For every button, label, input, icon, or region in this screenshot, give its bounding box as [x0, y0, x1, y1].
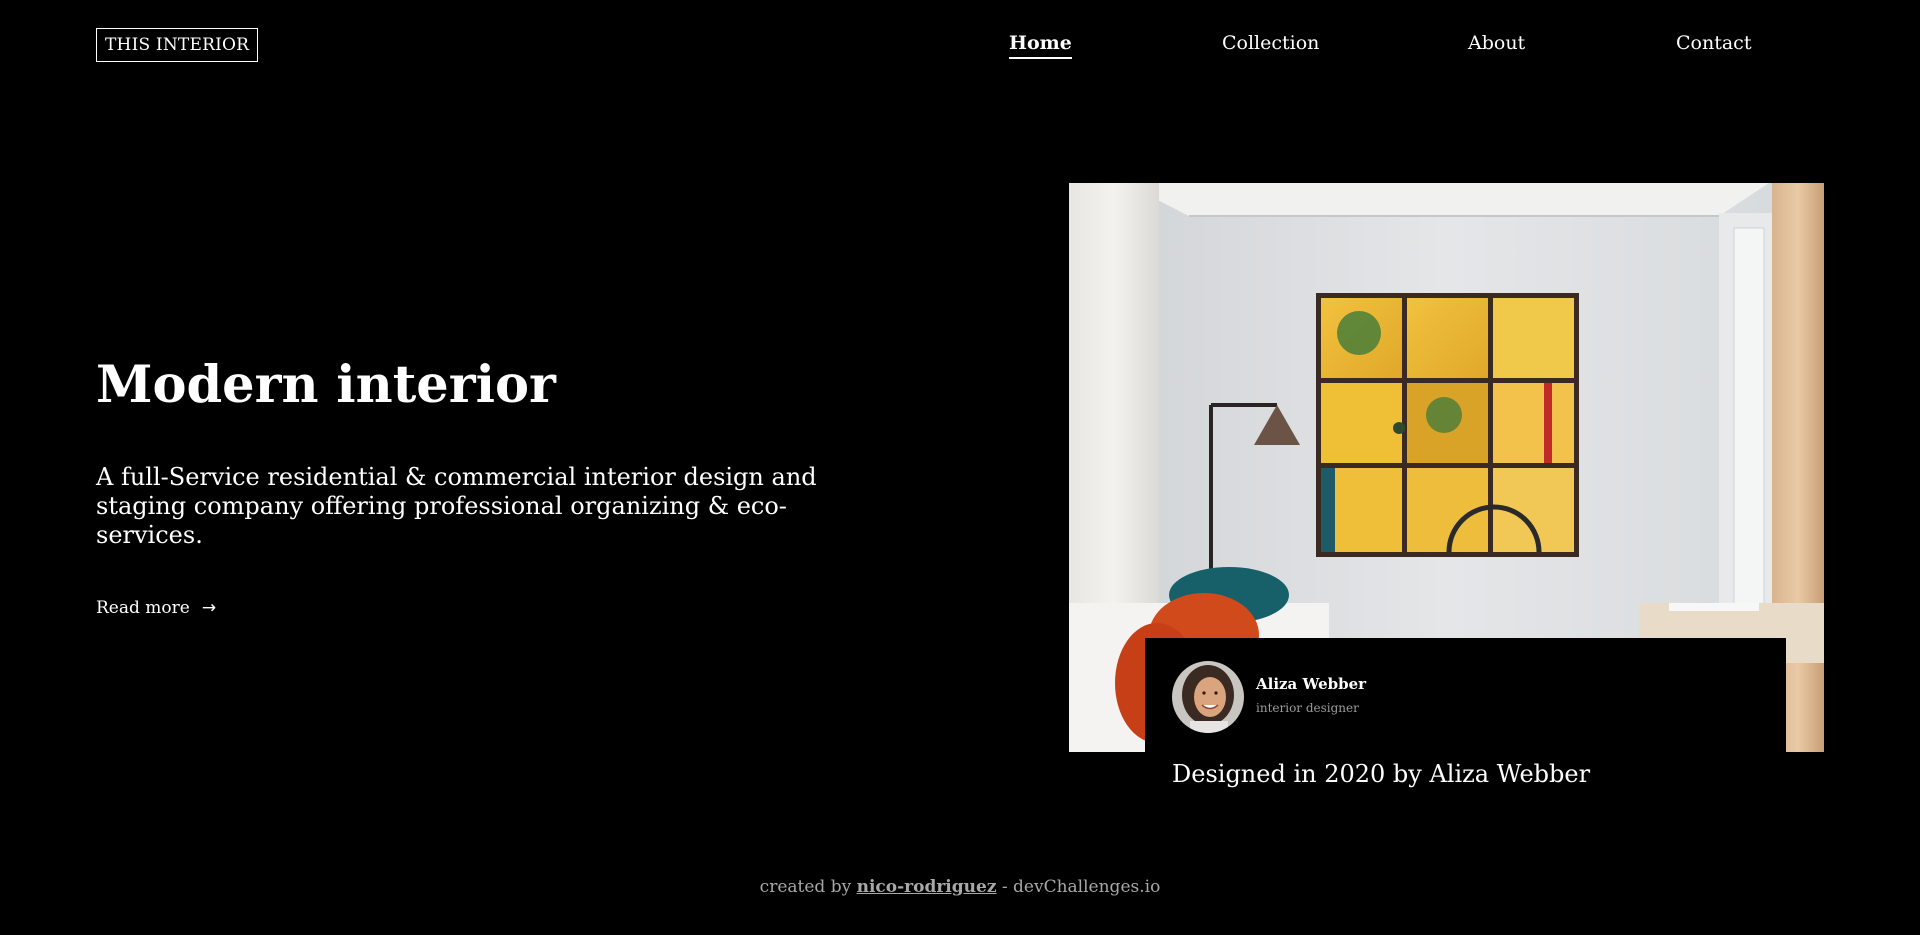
- nav-home[interactable]: Home: [1009, 30, 1072, 59]
- footer: created by nico-rodriguez - devChallenge…: [0, 877, 1920, 897]
- arrow-right-icon: →: [201, 598, 217, 618]
- read-more-link[interactable]: Read more →: [96, 598, 216, 618]
- designer-avatar: [1172, 661, 1244, 733]
- hero-title: Modern interior: [96, 355, 556, 415]
- project-caption: Designed in 2020 by Aliza Webber: [1172, 760, 1591, 788]
- designer-role: interior designer: [1256, 701, 1359, 715]
- read-more-label: Read more: [96, 598, 190, 618]
- hero-description: A full-Service residential & commercial …: [96, 463, 817, 549]
- designer-name: Aliza Webber: [1256, 675, 1367, 693]
- footer-suffix: - devChallenges.io: [1001, 877, 1161, 897]
- nav-about[interactable]: About: [1468, 30, 1525, 56]
- main-nav: Home Collection About Contact: [0, 30, 1920, 64]
- nav-collection[interactable]: Collection: [1222, 30, 1319, 56]
- author-link[interactable]: nico-rodriguez: [857, 877, 997, 897]
- footer-prefix: created by: [759, 877, 852, 897]
- nav-contact[interactable]: Contact: [1676, 30, 1751, 56]
